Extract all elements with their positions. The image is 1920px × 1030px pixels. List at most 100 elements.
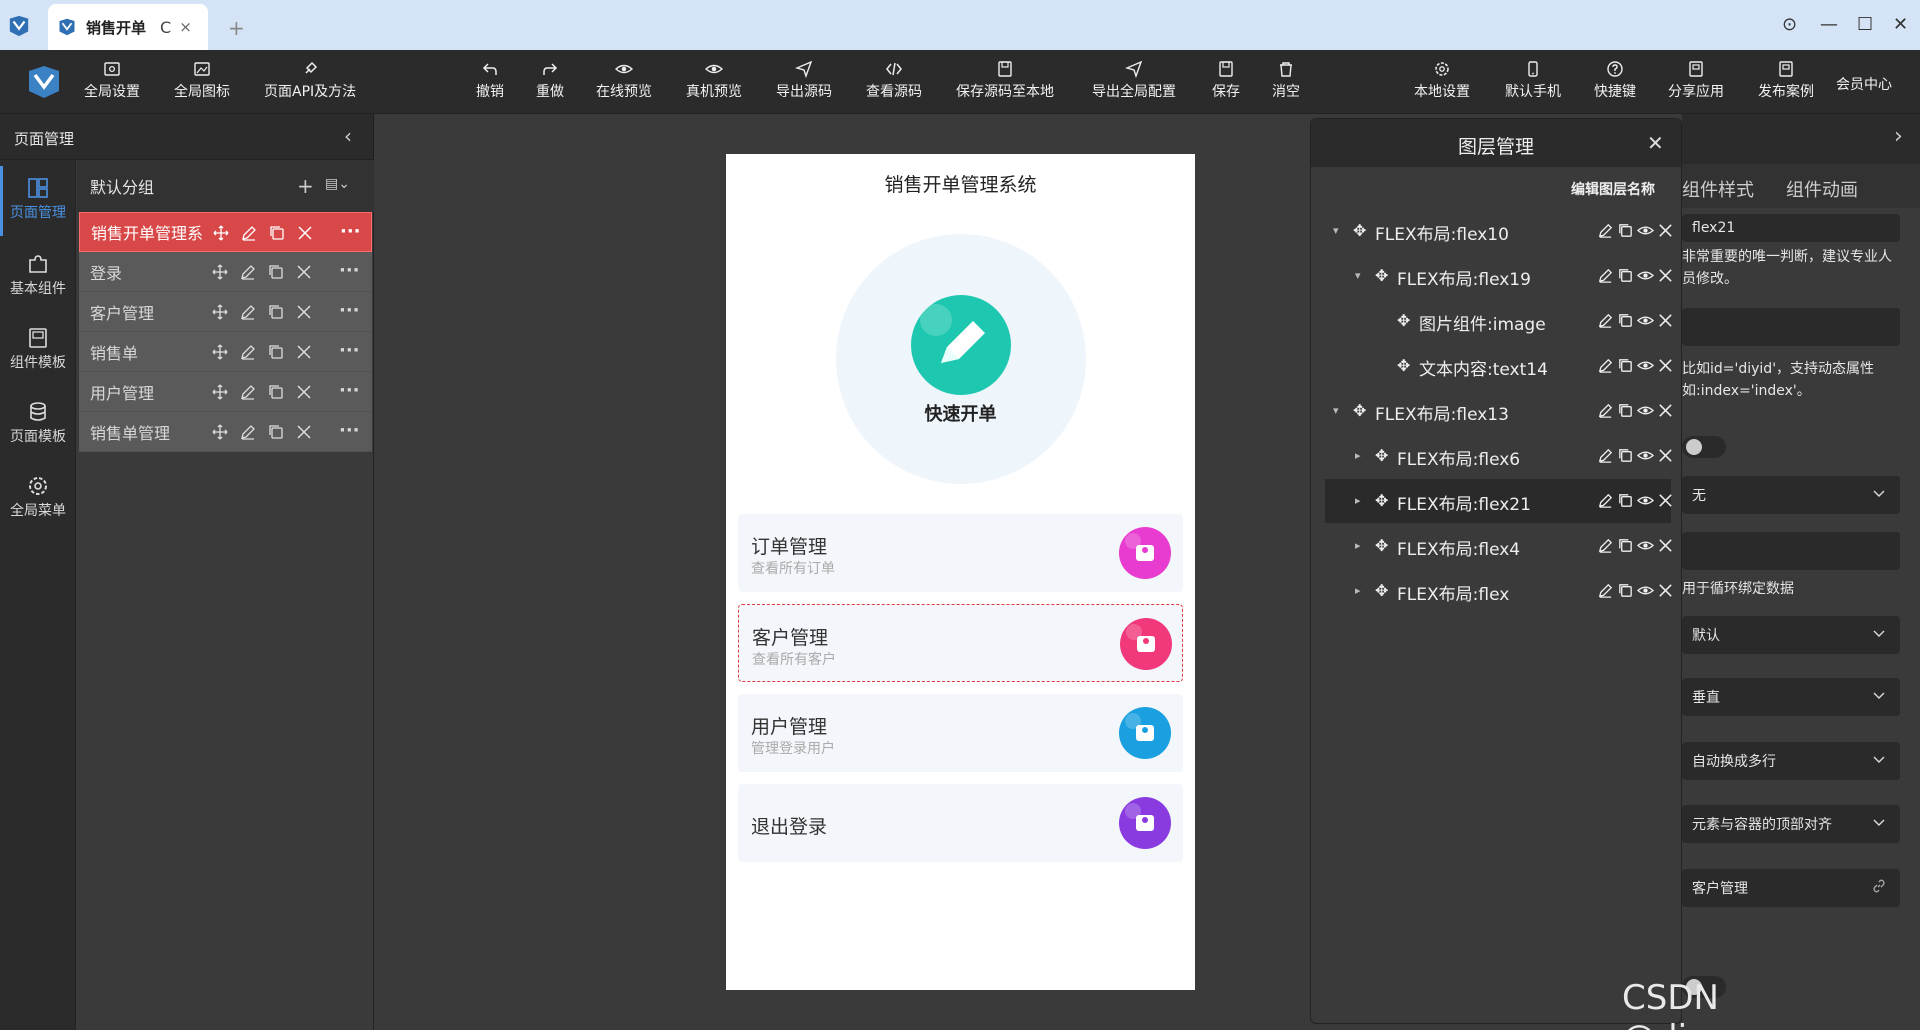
copy-icon[interactable] — [267, 303, 285, 321]
edit-icon[interactable] — [239, 343, 257, 361]
copy-icon[interactable] — [1617, 312, 1634, 329]
maximize-icon[interactable]: ☐ — [1857, 14, 1873, 35]
window-close-icon[interactable]: ✕ — [1893, 14, 1908, 35]
move-icon[interactable]: ✥ — [1397, 356, 1410, 375]
select-default[interactable]: 默认 — [1682, 616, 1900, 654]
copy-icon[interactable] — [268, 224, 286, 242]
copy-icon[interactable] — [1617, 402, 1634, 419]
layer-row[interactable]: ▸ ✥ FLEX布局:flex — [1325, 569, 1674, 613]
settings-icon[interactable]: ⊙ — [1782, 14, 1797, 35]
expand-arrow-icon[interactable]: ▾ — [1355, 269, 1361, 282]
copy-icon[interactable] — [1617, 357, 1634, 374]
eye-icon[interactable] — [1637, 267, 1654, 284]
copy-icon[interactable] — [1617, 222, 1634, 239]
eye-icon[interactable] — [1637, 537, 1654, 554]
move-icon[interactable]: ✥ — [1375, 446, 1388, 465]
clear-button[interactable]: 消空 — [1272, 60, 1300, 101]
more-icon[interactable]: ··· — [339, 300, 360, 321]
edit-icon[interactable] — [1597, 267, 1614, 284]
delete-icon[interactable] — [1657, 402, 1674, 419]
delete-icon[interactable] — [295, 343, 313, 361]
redo-button[interactable]: 重做 — [536, 60, 564, 101]
global-icons-button[interactable]: 全局图标 — [174, 60, 230, 101]
layer-row[interactable]: ✥ 文本内容:text14 — [1325, 344, 1674, 388]
tab-sales-order[interactable]: 销售开单 C × — [48, 4, 208, 50]
move-icon[interactable]: ✥ — [1375, 491, 1388, 510]
group-header[interactable]: 默认分组 + ▤⌄ — [77, 160, 374, 212]
page-row[interactable]: 销售单管理 ··· — [79, 412, 372, 452]
move-icon[interactable]: ✥ — [1353, 221, 1366, 240]
add-page-icon[interactable]: + — [297, 174, 314, 198]
copy-icon[interactable] — [1617, 537, 1634, 554]
tab-component-style[interactable]: 组件样式 — [1682, 176, 1754, 202]
copy-icon[interactable] — [267, 383, 285, 401]
edit-icon[interactable] — [239, 383, 257, 401]
menu-card[interactable]: 退出登录 — [738, 784, 1183, 862]
eye-icon[interactable] — [1637, 582, 1654, 599]
delete-icon[interactable] — [295, 303, 313, 321]
copy-icon[interactable] — [1617, 267, 1634, 284]
edit-icon[interactable] — [1597, 447, 1614, 464]
edit-icon[interactable] — [240, 224, 258, 242]
vip-center-link[interactable]: 会员中心 — [1836, 74, 1892, 94]
edit-icon[interactable] — [1597, 582, 1614, 599]
delete-icon[interactable] — [296, 224, 314, 242]
rail-item-page-templates[interactable]: 页面模板 — [0, 400, 76, 446]
layer-row[interactable]: ▾ ✥ FLEX布局:flex10 — [1325, 209, 1672, 253]
copy-icon[interactable] — [267, 343, 285, 361]
move-icon[interactable]: ✥ — [1375, 581, 1388, 600]
eye-icon[interactable] — [1637, 357, 1654, 374]
delete-icon[interactable] — [295, 263, 313, 281]
refresh-icon[interactable]: C — [160, 18, 171, 37]
delete-icon[interactable] — [295, 423, 313, 441]
move-icon[interactable] — [211, 383, 229, 401]
select-align[interactable]: 元素与容器的顶部对齐 — [1682, 805, 1900, 843]
link-icon[interactable] — [1872, 879, 1886, 893]
rail-item-component-templates[interactable]: 组件模板 — [0, 326, 76, 372]
delete-icon[interactable] — [1657, 267, 1674, 284]
more-icon[interactable]: ··· — [340, 221, 361, 242]
toggle-switch[interactable] — [1682, 436, 1726, 458]
edit-icon[interactable] — [239, 303, 257, 321]
delete-icon[interactable] — [1657, 582, 1674, 599]
quick-order-pencil-icon[interactable] — [911, 295, 1011, 395]
expand-arrow-icon[interactable]: ▸ — [1355, 494, 1361, 507]
delete-icon[interactable] — [1657, 447, 1674, 464]
page-api-button[interactable]: 页面API及方法 — [264, 60, 356, 101]
save-button[interactable]: 保存 — [1212, 60, 1240, 101]
expand-arrow-icon[interactable]: ▸ — [1355, 539, 1361, 552]
delete-icon[interactable] — [1657, 537, 1674, 554]
delete-icon[interactable] — [1657, 357, 1674, 374]
edit-icon[interactable] — [1597, 357, 1614, 374]
share-app-button[interactable]: 分享应用 — [1668, 60, 1724, 101]
collapse-panel-icon[interactable]: ‹ — [344, 124, 352, 148]
move-icon[interactable]: ✥ — [1375, 266, 1388, 285]
undo-button[interactable]: 撤销 — [476, 60, 504, 101]
tab-close-icon[interactable]: × — [179, 18, 192, 36]
more-icon[interactable]: ··· — [339, 420, 360, 441]
close-icon[interactable]: ✕ — [1647, 131, 1664, 155]
page-row[interactable]: 客户管理 ··· — [79, 292, 372, 332]
more-icon[interactable]: ··· — [339, 340, 360, 361]
move-icon[interactable]: ✥ — [1375, 536, 1388, 555]
layer-row[interactable]: ✥ 图片组件:image — [1325, 299, 1672, 343]
rail-item-basic-components[interactable]: 基本组件 — [0, 252, 76, 298]
eye-icon[interactable] — [1637, 402, 1654, 419]
expand-arrow-icon[interactable]: ▸ — [1355, 584, 1361, 597]
move-icon[interactable] — [211, 303, 229, 321]
move-icon[interactable] — [211, 343, 229, 361]
loop-data-input[interactable] — [1682, 532, 1900, 570]
move-icon[interactable] — [211, 423, 229, 441]
default-phone-button[interactable]: 默认手机 — [1505, 60, 1561, 101]
link-page-field[interactable]: 客户管理 — [1682, 869, 1900, 907]
expand-arrow-icon[interactable]: ▸ — [1355, 449, 1361, 462]
minimize-icon[interactable]: — — [1820, 14, 1838, 35]
more-icon[interactable]: ··· — [339, 380, 360, 401]
layer-row[interactable]: ▸ ✥ FLEX布局:flex6 — [1325, 434, 1674, 478]
move-icon[interactable]: ✥ — [1353, 401, 1366, 420]
global-settings-button[interactable]: 全局设置 — [84, 60, 140, 101]
edit-icon[interactable] — [1597, 537, 1614, 554]
save-source-local-button[interactable]: 保存源码至本地 — [956, 60, 1054, 101]
page-row[interactable]: 销售开单管理系 ··· — [79, 212, 372, 252]
export-global-config-button[interactable]: 导出全局配置 — [1092, 60, 1176, 101]
